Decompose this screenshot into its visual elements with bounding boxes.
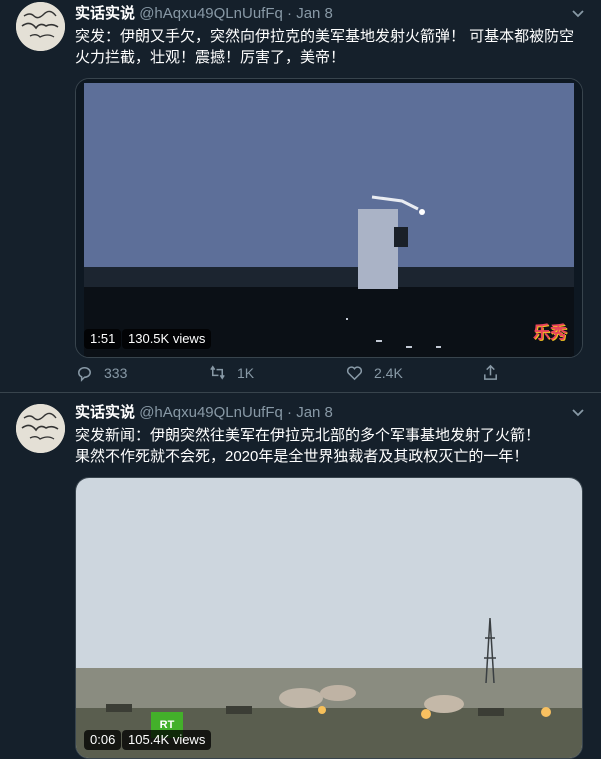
tweet-text-line: 火力拦截，壮观！震撼！厉害了，美帝！ (75, 49, 346, 66)
tweet-header: 实话实说 @hAqxu49QLnUufFq · Jan 8 (75, 4, 585, 24)
tweet[interactable]: 实话实说 @hAqxu49QLnUufFq · Jan 8 突发：伊朗又手欠，突… (0, 0, 601, 393)
tweet[interactable]: 实话实说 @hAqxu49QLnUufFq · Jan 8 突发新闻：伊朗突然往… (0, 393, 601, 759)
like-count: 2.4K (374, 364, 403, 381)
tweet-text-line: 突发新闻：伊朗突然往美军在伊拉克北部的多个军事基地发射了火箭！ (75, 427, 541, 444)
video-player[interactable]: 1:51 130.5K views 乐秀 (75, 78, 583, 358)
display-name[interactable]: 实话实说 (75, 404, 135, 421)
display-name[interactable]: 实话实说 (75, 5, 135, 22)
tweet-actions: 333 1K 2.4K (75, 363, 585, 385)
share-icon (484, 364, 497, 380)
video-duration: 1:51 (84, 329, 122, 349)
user-handle[interactable]: @hAqxu49QLnUufFq (139, 404, 283, 421)
tweet-text-line: 突发：伊朗又手欠，突然向伊拉克的美军基地发射火箭弹！ 可基本都被防空 (75, 28, 575, 45)
video-watermark: 乐秀 (533, 323, 567, 342)
tweet-text-line: 果然不作死就不会死，2020年是全世界独裁者及其政权灭亡的一年！ (75, 448, 529, 465)
tweet-header: 实话实说 @hAqxu49QLnUufFq · Jan 8 (75, 403, 585, 423)
heart-icon (346, 366, 363, 381)
like-button[interactable]: 2.4K (345, 363, 403, 382)
avatar-image (16, 404, 65, 453)
chevron-down-icon[interactable] (571, 405, 585, 419)
retweet-button[interactable]: 1K (208, 363, 254, 382)
avatar[interactable] (16, 2, 65, 51)
reply-count: 333 (104, 364, 128, 381)
user-handle[interactable]: @hAqxu49QLnUufFq (139, 5, 283, 22)
avatar-image (16, 2, 65, 51)
video-views: 130.5K views (122, 329, 212, 349)
video-frame (76, 79, 582, 357)
share-button[interactable] (481, 363, 510, 382)
video-player[interactable]: RT 0:06 105.4K views (75, 477, 583, 759)
separator-dot: · (287, 5, 293, 22)
tweet-text: 突发：伊朗又手欠，突然向伊拉克的美军基地发射火箭弹！ 可基本都被防空 火力拦截，… (75, 26, 585, 68)
tweet-date[interactable]: Jan 8 (296, 5, 333, 22)
tweet-date[interactable]: Jan 8 (296, 404, 333, 421)
avatar[interactable] (16, 404, 65, 453)
retweet-count: 1K (237, 364, 255, 381)
chevron-down-icon[interactable] (571, 6, 585, 20)
tweet-text: 突发新闻：伊朗突然往美军在伊拉克北部的多个军事基地发射了火箭！ 果然不作死就不会… (75, 425, 585, 467)
separator-dot: · (287, 404, 293, 421)
video-duration: 0:06 (84, 730, 122, 750)
reply-icon (78, 367, 91, 382)
video-views: 105.4K views (122, 730, 212, 750)
reply-button[interactable]: 333 (75, 363, 127, 382)
retweet-icon (210, 365, 225, 380)
